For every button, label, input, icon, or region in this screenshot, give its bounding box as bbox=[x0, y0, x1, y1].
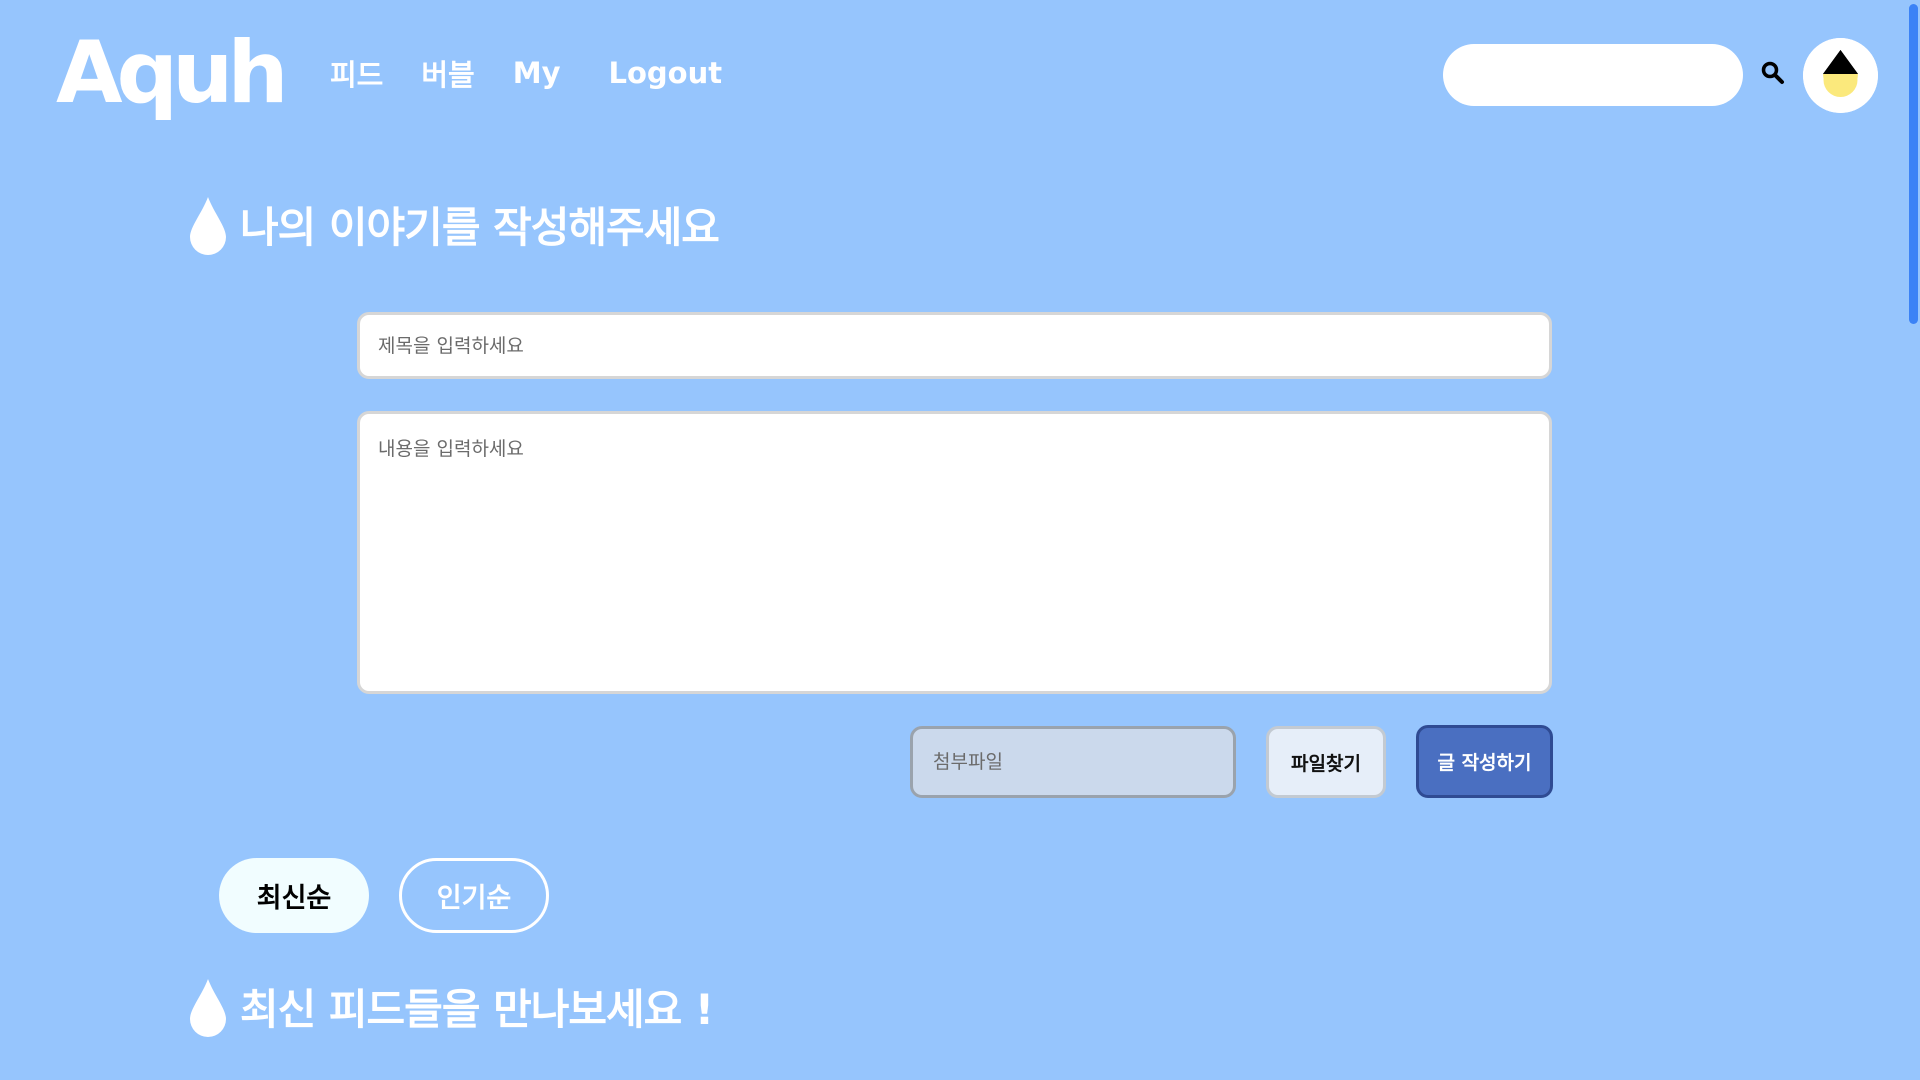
main-nav: 피드 버블 My Logout bbox=[330, 52, 760, 94]
logo-text: Aquh bbox=[56, 28, 283, 123]
write-heading-text: 나의 이야기를 작성해주세요 bbox=[240, 203, 720, 252]
scrollbar-thumb[interactable] bbox=[1909, 4, 1918, 324]
water-drop-icon bbox=[188, 977, 228, 1037]
write-section-heading: 나의 이야기를 작성해주세요 bbox=[188, 194, 720, 255]
nav-my-link[interactable]: My bbox=[513, 56, 561, 90]
feed-section-heading: 최신 피드들을 만나보세요 ! bbox=[188, 976, 714, 1037]
nav-feed-link[interactable]: 피드 bbox=[330, 52, 383, 94]
post-content-textarea[interactable] bbox=[357, 411, 1552, 694]
submit-post-button[interactable]: 글 작성하기 bbox=[1416, 725, 1553, 798]
sort-latest-button[interactable]: 최신순 bbox=[219, 858, 369, 933]
search-input[interactable] bbox=[1443, 44, 1743, 106]
water-drop-avatar-icon bbox=[1803, 38, 1878, 113]
feed-heading-text: 최신 피드들을 만나보세요 ! bbox=[240, 985, 714, 1034]
top-navbar: Aquh 피드 버블 My Logout bbox=[0, 0, 1920, 150]
nav-logout-link[interactable]: Logout bbox=[609, 56, 723, 90]
attachment-field[interactable] bbox=[910, 726, 1236, 798]
avatar[interactable] bbox=[1803, 38, 1878, 113]
aquh-logo[interactable]: Aquh bbox=[56, 23, 306, 124]
page-scrollbar[interactable] bbox=[1907, 0, 1920, 1080]
search-icon[interactable] bbox=[1760, 60, 1786, 86]
water-drop-icon bbox=[188, 195, 228, 255]
logo-wordmark: Aquh bbox=[56, 23, 289, 123]
sort-popular-button[interactable]: 인기순 bbox=[399, 858, 549, 933]
nav-bubble-link[interactable]: 버블 bbox=[421, 52, 474, 94]
find-file-button[interactable]: 파일찾기 bbox=[1266, 726, 1386, 798]
post-title-input[interactable] bbox=[357, 312, 1552, 379]
